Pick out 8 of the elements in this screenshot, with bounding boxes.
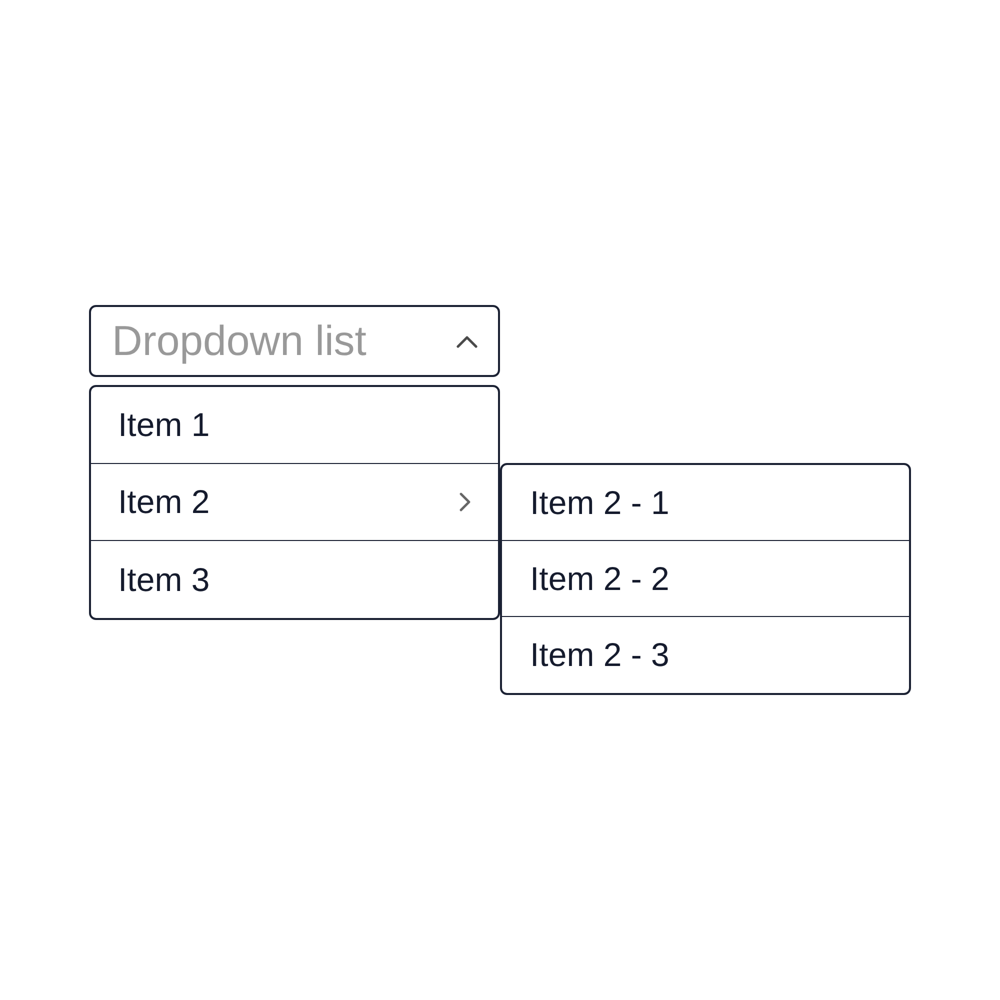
menu-item[interactable]: Item 2 [91, 464, 498, 541]
submenu-item[interactable]: Item 2 - 1 [502, 465, 909, 541]
dropdown-field[interactable]: Dropdown list [89, 305, 500, 377]
submenu-item[interactable]: Item 2 - 3 [502, 617, 909, 693]
chevron-right-icon [459, 492, 471, 512]
submenu-item[interactable]: Item 2 - 2 [502, 541, 909, 617]
menu-item[interactable]: Item 1 [91, 387, 498, 464]
menu-item[interactable]: Item 3 [91, 541, 498, 618]
